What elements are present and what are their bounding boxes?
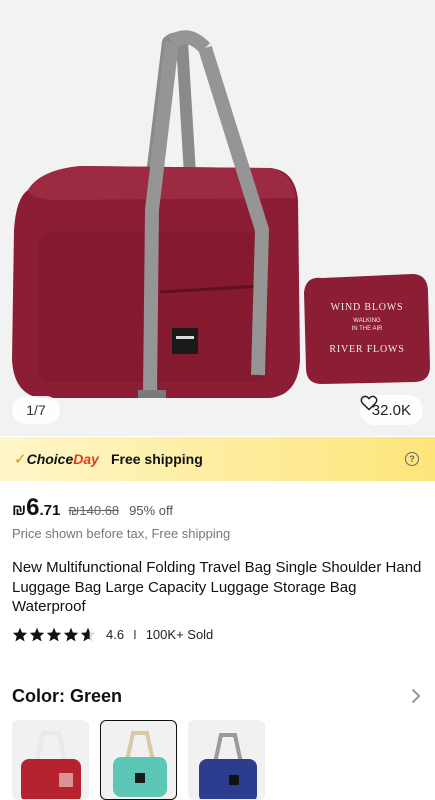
star-icon [29,627,45,642]
choice-day-banner[interactable]: ✓ Choice Day Free shipping ? [0,437,435,481]
currency-symbol: ₪ [12,502,27,519]
rating-stars [12,627,96,642]
chevron-right-icon[interactable] [411,688,421,704]
product-image-gallery[interactable]: WIND BLOWS WALKING IN THE AIR RIVER FLOW… [0,0,435,436]
star-icon [46,627,62,642]
image-counter-text: 1/7 [26,402,46,418]
rating-row[interactable]: 4.6 I 100K+ Sold [12,627,213,642]
help-icon[interactable]: ? [405,452,419,466]
discount-badge: 95% off [129,503,174,518]
svg-text:WIND BLOWS: WIND BLOWS [331,302,404,313]
choice-label: Choice [26,451,74,467]
green-bag-thumbnail [113,731,167,797]
sold-count: 100K+ Sold [145,627,214,642]
image-counter: 1/7 [12,396,60,424]
day-label: Day [73,451,99,467]
travel-bag-image: WIND BLOWS WALKING IN THE AIR RIVER FLOW… [12,30,430,398]
color-option-green[interactable] [100,720,177,800]
rating-value: 4.6 [106,627,125,642]
color-option-blue[interactable] [188,720,265,800]
star-icon [63,627,79,642]
heart-icon [360,395,378,411]
wishlist-button[interactable]: 32.0K [359,395,423,425]
color-option-red[interactable] [12,720,89,800]
svg-text:IN THE AIR: IN THE AIR [352,326,384,332]
price-decimal: .71 [39,502,61,519]
star-icon [12,627,28,642]
color-options [12,720,265,800]
separator: I [133,627,137,642]
free-shipping-label: Free shipping [110,451,203,467]
red-bag-thumbnail [21,731,81,799]
svg-text:WALKING: WALKING [353,318,381,324]
tax-note: Price shown before tax, Free shipping [12,526,231,541]
partial-star-icon [80,627,96,642]
check-icon: ✓ [14,451,27,468]
original-price: ₪140.68 [68,503,120,518]
price-row: ₪ 6 .71 ₪140.68 95% off [12,494,173,522]
price-integer: 6 [26,494,40,521]
color-selector-label[interactable]: Color: Green [12,686,122,707]
blue-bag-thumbnail [199,733,257,799]
product-title: New Multifunctional Folding Travel Bag S… [12,559,422,615]
svg-text:RIVER FLOWS: RIVER FLOWS [329,344,404,355]
